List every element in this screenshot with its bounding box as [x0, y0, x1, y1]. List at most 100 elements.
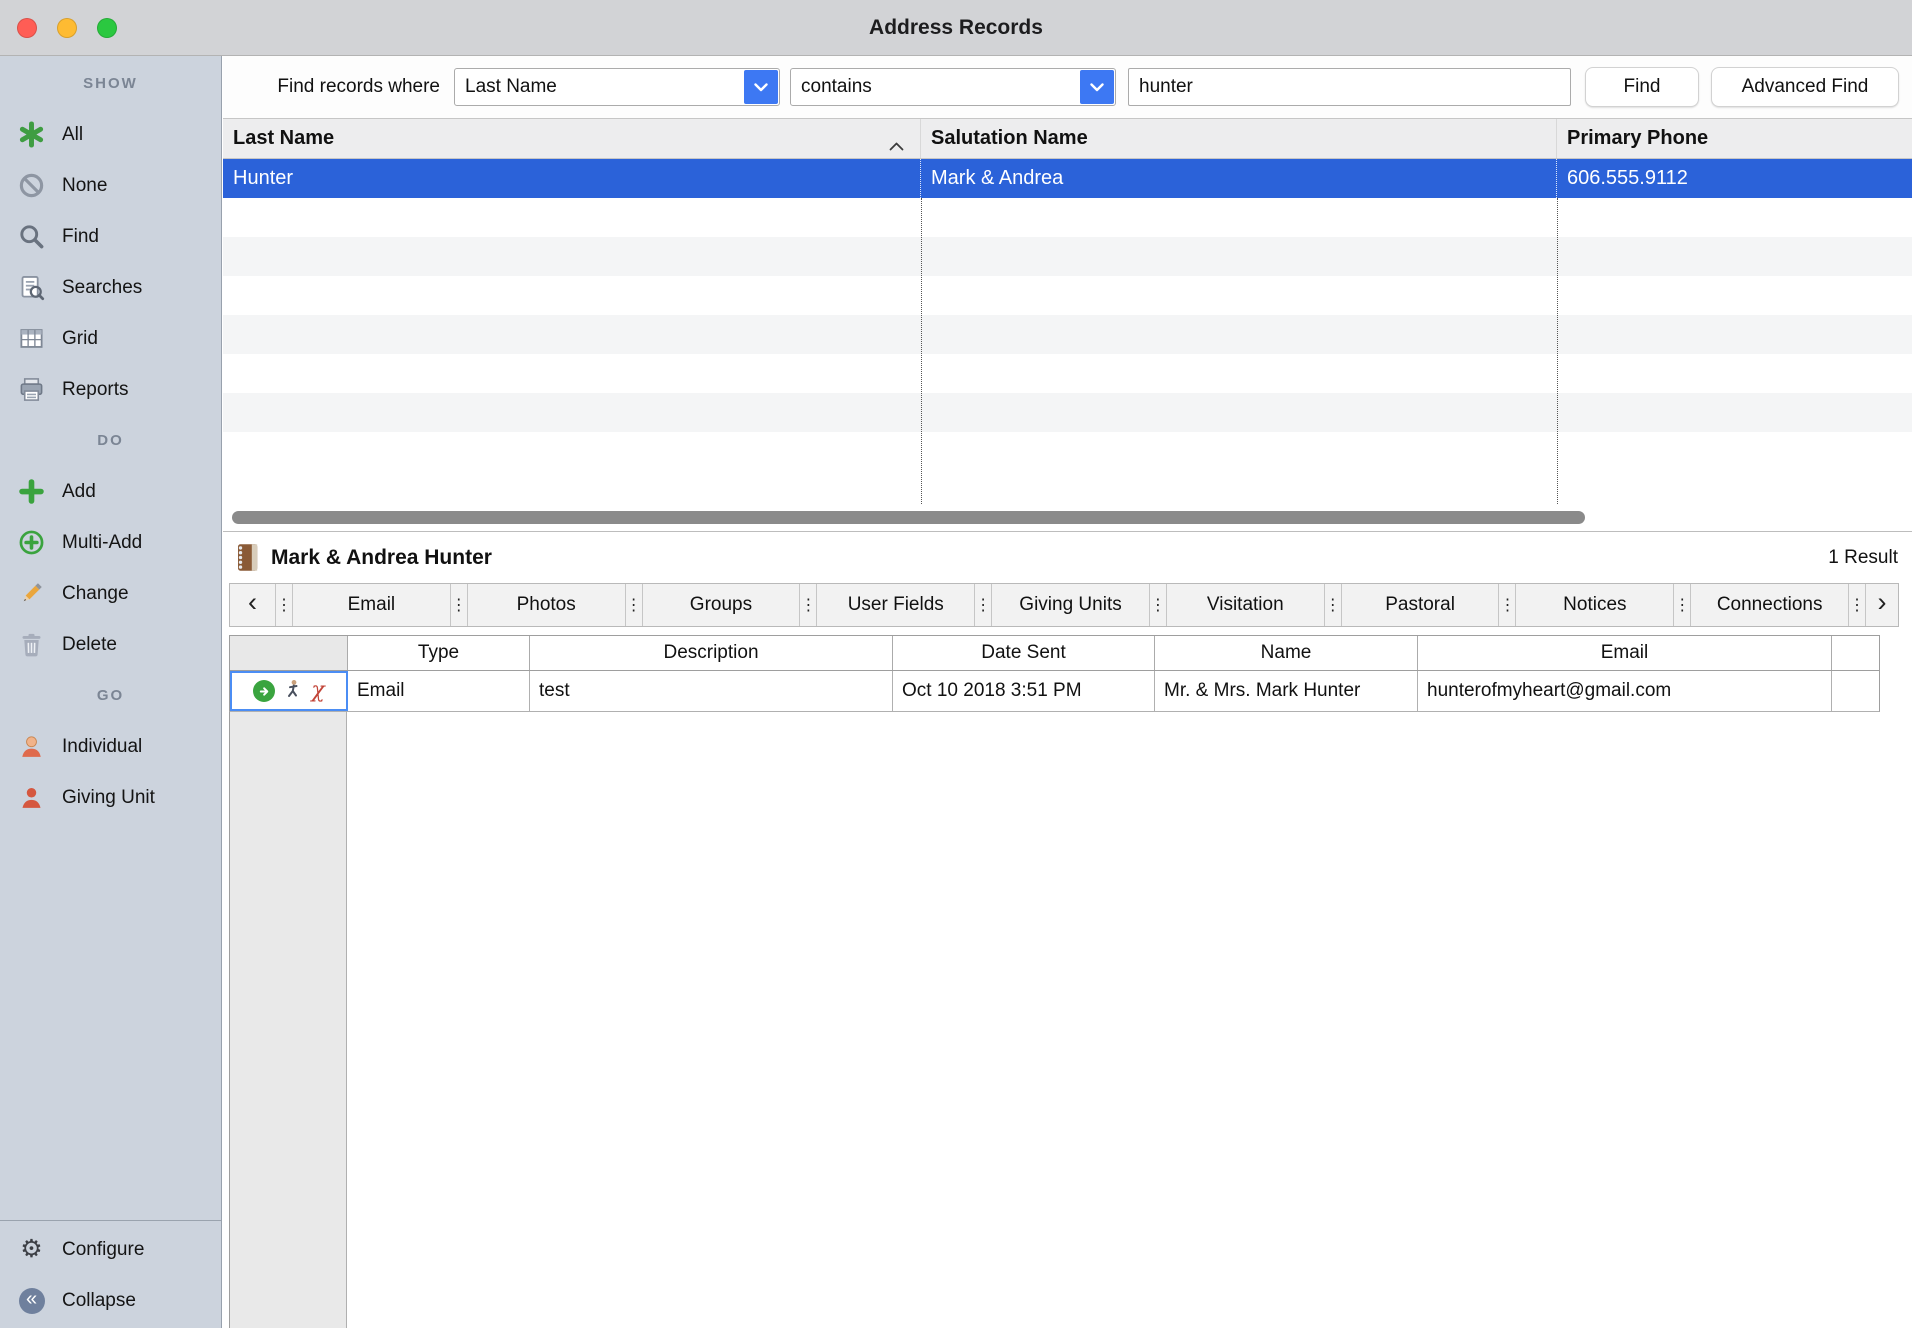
tab-scroll-right-button[interactable]: ›	[1866, 584, 1898, 626]
address-book-icon	[235, 543, 259, 572]
column-header-salutation-name[interactable]: Salutation Name	[921, 119, 1557, 158]
person-red-icon	[18, 784, 45, 811]
field-select[interactable]: Last Name	[454, 68, 780, 106]
empty-row	[223, 276, 1912, 315]
empty-row	[223, 393, 1912, 432]
cell-empty	[1832, 671, 1879, 711]
horizontal-scrollbar[interactable]	[223, 504, 1912, 532]
tab-notices[interactable]: Notices	[1516, 584, 1674, 626]
walking-person-icon[interactable]	[283, 679, 303, 704]
empty-row	[223, 198, 1912, 237]
tab-options-icon[interactable]: ⋮	[800, 584, 817, 626]
column-header-primary-phone[interactable]: Primary Phone	[1557, 119, 1912, 158]
column-header-empty	[1832, 636, 1879, 670]
chevron-down-icon	[754, 83, 768, 92]
window-title: Address Records	[0, 0, 1912, 56]
row-selector-column-body	[229, 712, 347, 1328]
sidebar-item-individual[interactable]: Individual	[0, 721, 221, 772]
sidebar-item-delete[interactable]: Delete	[0, 619, 221, 670]
detail-table-header: Type Description Date Sent Name Email	[229, 635, 1880, 671]
sort-ascending-icon	[889, 134, 904, 157]
column-header-type[interactable]: Type	[348, 636, 530, 670]
tab-options-icon[interactable]: ⋮	[1325, 584, 1342, 626]
column-header-last-name[interactable]: Last Name	[223, 119, 921, 158]
sidebar-item-none[interactable]: None	[0, 160, 221, 211]
sidebar-item-label: Multi-Add	[62, 532, 142, 554]
go-to-record-icon[interactable]	[253, 680, 275, 702]
zoom-button[interactable]	[97, 18, 117, 38]
person-icon	[18, 733, 45, 760]
tab-user-fields[interactable]: User Fields	[817, 584, 975, 626]
detail-row[interactable]: χ Email test Oct 10 2018 3:51 PM Mr. & M…	[229, 671, 1880, 712]
tab-options-icon[interactable]: ⋮	[1674, 584, 1691, 626]
sidebar-item-label: Individual	[62, 736, 142, 758]
sidebar-item-label: Reports	[62, 379, 129, 401]
search-input[interactable]	[1128, 68, 1571, 106]
tab-options-icon[interactable]: ⋮	[1849, 584, 1866, 626]
empty-row	[223, 315, 1912, 354]
column-header-name[interactable]: Name	[1155, 636, 1418, 670]
sidebar-item-label: All	[62, 124, 83, 146]
results-table-header: Last Name Salutation Name Primary Phone	[223, 118, 1912, 159]
cell-email: hunterofmyheart@gmail.com	[1418, 671, 1832, 711]
sidebar-item-multi-add[interactable]: Multi-Add	[0, 517, 221, 568]
advanced-find-button[interactable]: Advanced Find	[1711, 67, 1899, 107]
delete-x-icon[interactable]: χ	[311, 680, 324, 702]
sidebar-item-reports[interactable]: Reports	[0, 364, 221, 415]
tab-pastoral[interactable]: Pastoral	[1342, 584, 1500, 626]
result-row-selected[interactable]: Hunter Mark & Andrea 606.555.9112	[223, 159, 1912, 198]
sidebar-item-label: Giving Unit	[62, 787, 155, 809]
tab-options-icon[interactable]: ⋮	[626, 584, 643, 626]
collapse-button[interactable]: « Collapse	[0, 1275, 221, 1326]
result-count: 1 Result	[1828, 547, 1898, 569]
trash-icon	[18, 631, 45, 658]
tab-groups[interactable]: Groups	[643, 584, 801, 626]
sidebar-item-change[interactable]: Change	[0, 568, 221, 619]
tab-options-icon[interactable]: ⋮	[1150, 584, 1167, 626]
sidebar-footer: ⚙ Configure « Collapse	[0, 1220, 221, 1326]
sidebar-item-giving-unit[interactable]: Giving Unit	[0, 772, 221, 823]
column-header-description[interactable]: Description	[530, 636, 893, 670]
none-icon	[18, 172, 45, 199]
tab-scroll-left-button[interactable]: ‹	[230, 584, 276, 626]
minimize-button[interactable]	[57, 18, 77, 38]
operator-select-value: contains	[791, 76, 1079, 98]
asterisk-icon	[18, 121, 45, 148]
tab-email[interactable]: Email	[293, 584, 451, 626]
sidebar-item-label: Add	[62, 481, 96, 503]
cell-last-name: Hunter	[223, 159, 921, 198]
operator-select-dropdown-button[interactable]	[1080, 70, 1114, 104]
configure-button[interactable]: ⚙ Configure	[0, 1224, 221, 1275]
row-selector-cell[interactable]: χ	[230, 671, 348, 711]
tab-giving-units[interactable]: Giving Units	[992, 584, 1150, 626]
tab-options-icon[interactable]: ⋮	[1499, 584, 1516, 626]
collapse-icon: «	[18, 1287, 45, 1314]
row-selector-column-header	[230, 636, 348, 670]
sidebar-item-label: Searches	[62, 277, 142, 299]
empty-row	[223, 354, 1912, 393]
tab-options-icon[interactable]: ⋮	[975, 584, 992, 626]
record-title: Mark & Andrea Hunter	[271, 546, 492, 570]
plus-circle-icon	[18, 529, 45, 556]
tab-options-icon[interactable]: ⋮	[451, 584, 468, 626]
field-select-value: Last Name	[455, 76, 743, 98]
plus-icon	[18, 478, 45, 505]
column-header-date-sent[interactable]: Date Sent	[893, 636, 1155, 670]
sidebar-item-searches[interactable]: Searches	[0, 262, 221, 313]
sidebar-item-find[interactable]: Find	[0, 211, 221, 262]
find-button[interactable]: Find	[1585, 67, 1699, 107]
tab-visitation[interactable]: Visitation	[1167, 584, 1325, 626]
tab-options-icon[interactable]: ⋮	[276, 584, 293, 626]
tab-photos[interactable]: Photos	[468, 584, 626, 626]
sidebar-section-show: SHOW	[0, 58, 221, 109]
gear-icon: ⚙	[18, 1236, 45, 1263]
tab-connections[interactable]: Connections	[1691, 584, 1849, 626]
operator-select[interactable]: contains	[790, 68, 1116, 106]
sidebar-item-add[interactable]: Add	[0, 466, 221, 517]
column-header-email[interactable]: Email	[1418, 636, 1832, 670]
close-button[interactable]	[17, 18, 37, 38]
sidebar-item-all[interactable]: All	[0, 109, 221, 160]
field-select-dropdown-button[interactable]	[744, 70, 778, 104]
scrollbar-thumb[interactable]	[232, 511, 1585, 524]
sidebar-item-grid[interactable]: Grid	[0, 313, 221, 364]
